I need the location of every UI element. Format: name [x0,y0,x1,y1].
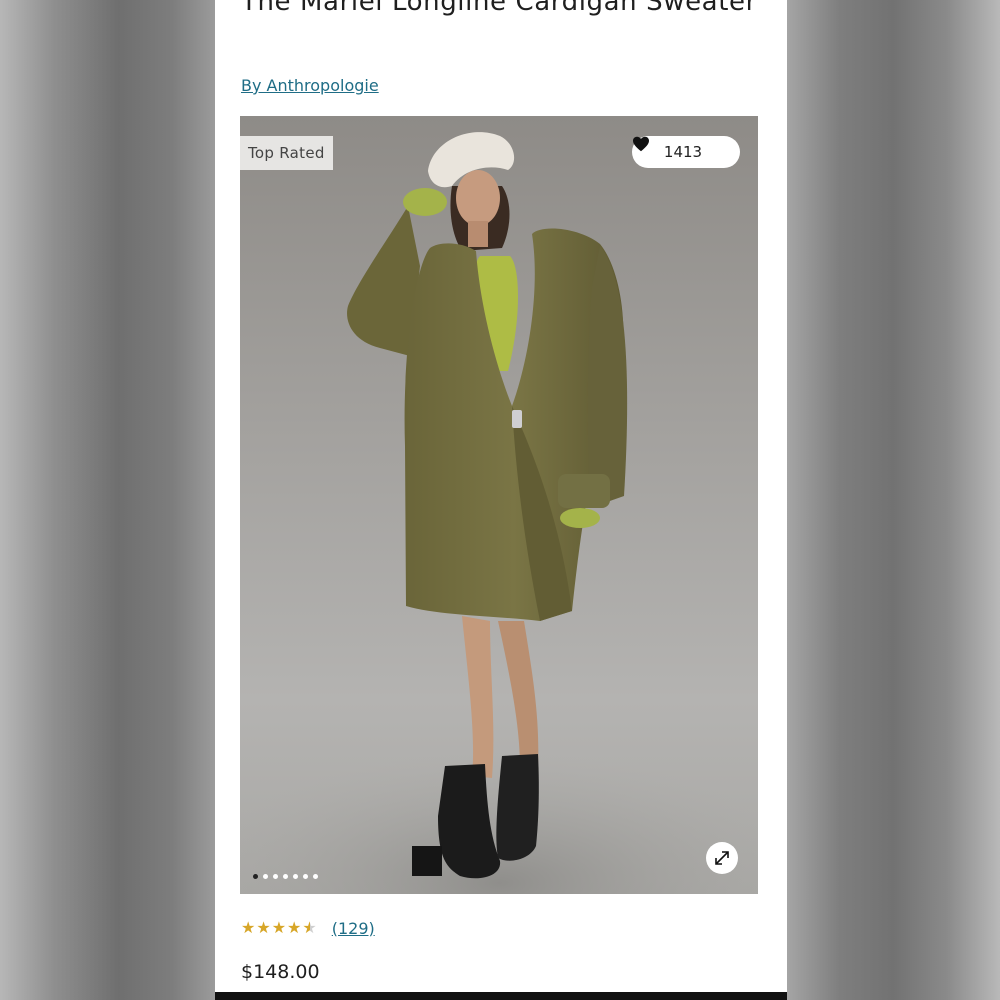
star-icon: ★ [256,920,272,937]
expand-image-button[interactable] [706,842,738,874]
product-page: The Mariel Longline Cardigan Sweater By … [215,0,787,1000]
star-icon: ★ [287,920,303,937]
product-image[interactable]: Top Rated 1413 [240,116,758,894]
likes-count: 1413 [663,143,703,161]
star-icon: ★ [241,920,257,937]
brand-link[interactable]: By Anthropologie [241,76,379,95]
reviews-link[interactable]: (129) [332,919,375,938]
carousel-dot[interactable] [273,874,278,879]
background-blur-left [0,0,215,1000]
carousel-dot[interactable] [253,874,258,879]
price: $148.00 [241,961,320,983]
carousel-dots [253,874,318,879]
favorite-button[interactable]: 1413 [632,136,740,168]
background-blur-right [787,0,1000,1000]
carousel-dot[interactable] [283,874,288,879]
carousel-dot[interactable] [303,874,308,879]
carousel-dot[interactable] [263,874,268,879]
carousel-dot[interactable] [313,874,318,879]
model-illustration [240,132,758,894]
star-icon: ★ [271,920,288,937]
rating-row: ★★★★★ (129) [241,918,375,938]
carousel-dot[interactable] [293,874,298,879]
star-rating: ★★★★★ [241,918,318,938]
bottom-edge [215,992,787,1000]
top-rated-badge: Top Rated [240,136,333,170]
product-title: The Mariel Longline Cardigan Sweater [241,0,757,17]
star-icon: ★ [302,920,318,937]
